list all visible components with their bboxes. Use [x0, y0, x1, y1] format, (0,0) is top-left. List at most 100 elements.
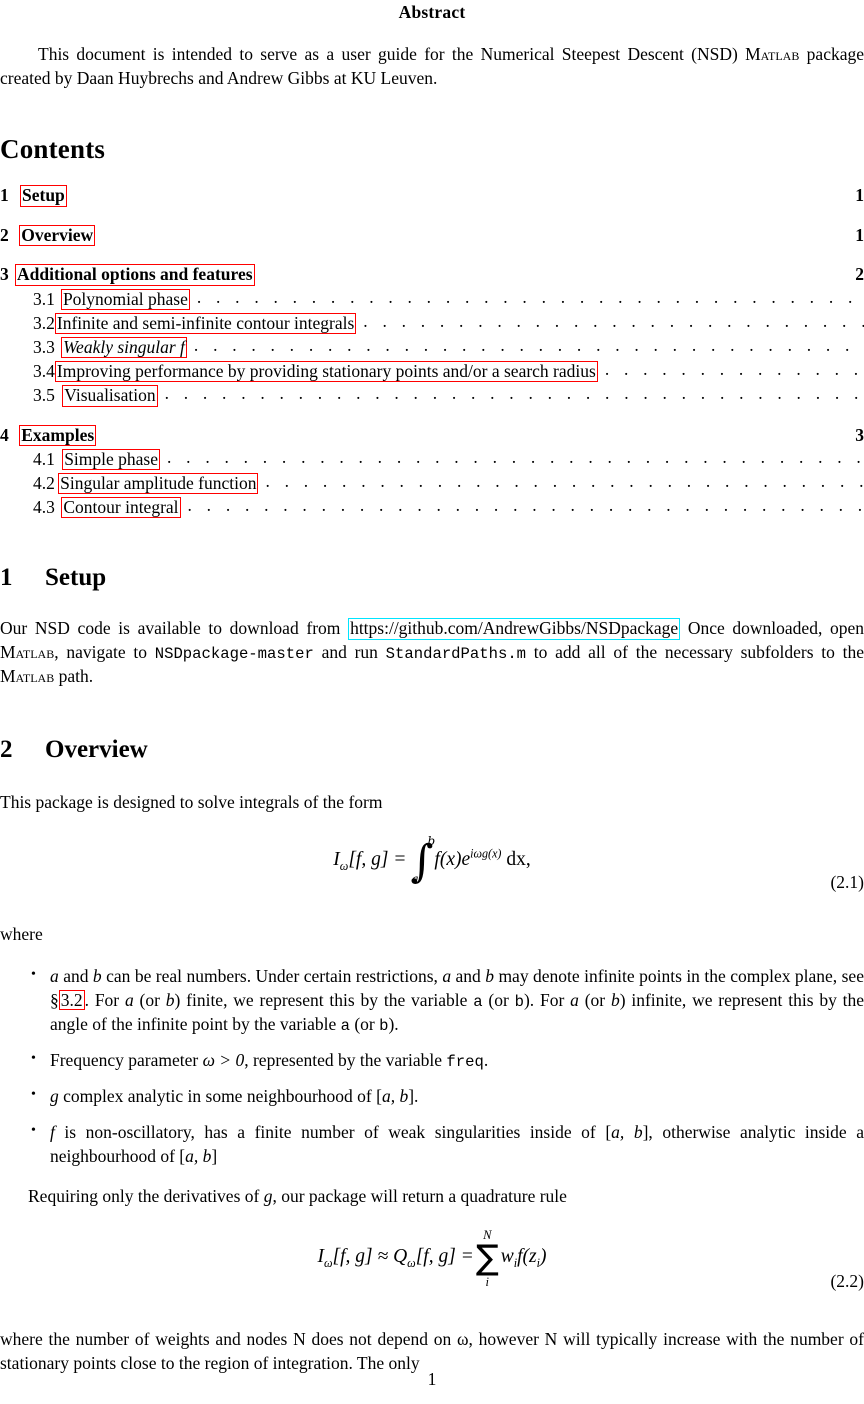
code-var-a: a	[473, 992, 483, 1011]
toc-leader-dots: . . . . . . . . . . . . . . . . . . . . …	[265, 470, 864, 491]
eq-exponent: iωg(x)	[470, 846, 502, 861]
toc-entry-2[interactable]: 2 Overview . . . . . . . . . . . . . . .…	[0, 224, 864, 247]
sum-lower-limit: i	[485, 1274, 490, 1289]
list-item-f-nonoscillatory: f is non-oscillatory, has a finite numbe…	[0, 1121, 864, 1169]
toc-link-box[interactable]: Infinite and semi-infinite contour integ…	[54, 312, 357, 335]
toc-link-box[interactable]: Singular amplitude function	[58, 472, 259, 495]
list-item-endpoints: a and b can be real numbers. Under certa…	[0, 965, 864, 1037]
toc-leader-dots: . . . . . . . . . . . . . . . . . . . . …	[363, 310, 864, 331]
page-content: Abstract This document is intended to se…	[0, 0, 864, 1376]
table-of-contents: 1 Setup . . . . . . . . . . . . . . . . …	[0, 185, 864, 519]
toc-entry-1[interactable]: 1 Setup . . . . . . . . . . . . . . . . …	[0, 185, 864, 207]
section-title: Overview	[45, 736, 148, 764]
overview-intro: This package is designed to solve integr…	[0, 792, 383, 813]
equation-number: (2.1)	[830, 871, 864, 892]
code-var-b: b	[514, 992, 524, 1011]
toc-link-box[interactable]: Polynomial phase	[60, 288, 190, 311]
quadrature-intro: Requiring only the derivatives of g, our…	[28, 1185, 567, 1206]
setup-text-6: path.	[54, 666, 94, 687]
toc-link-box[interactable]: Improving performance by providing stati…	[54, 360, 598, 383]
sum-upper-limit: N	[483, 1228, 492, 1243]
eq-lhs-args: [f, g] =	[348, 849, 407, 871]
code-standardpaths-m: StandardPaths.m	[385, 645, 527, 664]
math-g: g	[50, 1086, 59, 1107]
toc-page-number: 1	[855, 185, 864, 206]
toc-leader-dots: . . . . . . . . . . . . . . . . . . . . …	[196, 286, 864, 307]
toc-number: 3	[0, 264, 9, 285]
equation-body: Iω[f, g] ≈ Qω[f, g] =∑ Ni wif(zi)	[317, 1228, 547, 1289]
toc-number: 3.4	[33, 360, 55, 381]
summation-sign: ∑ Ni	[475, 1228, 499, 1289]
matlab-wordmark: Matlab	[0, 642, 55, 663]
toc-entry-3-3[interactable]: 3.3 Weakly singular f . . . . . . . . . …	[0, 334, 864, 359]
toc-number: 4	[0, 424, 9, 445]
integral-lower-limit: a	[411, 871, 419, 886]
toc-entry-4-1[interactable]: 4.1 Simple phase . . . . . . . . . . . .…	[0, 446, 864, 471]
code-nsdpackage-master: NSDpackage-master	[154, 645, 314, 664]
list-item-frequency: Frequency parameter ω > 0, represented b…	[0, 1049, 864, 1073]
toc-entry-4-2[interactable]: 4.2 Singular amplitude function . . . . …	[0, 470, 864, 495]
toc-link-box[interactable]: Examples	[19, 424, 97, 447]
setup-text-4: and run	[313, 642, 386, 663]
toc-entry-3-2[interactable]: 3.2 Infinite and semi-infinite contour i…	[0, 310, 864, 335]
abstract-paragraph: This document is intended to serve as a …	[0, 43, 864, 90]
toc-number: 2	[0, 224, 9, 245]
section-heading-overview: 2 Overview	[0, 736, 864, 764]
toc-number: 3.3	[33, 336, 55, 357]
toc-leader-dots: . . . . . . . . . . . . . . . . . . . . …	[167, 446, 864, 467]
setup-text-5: to add all of the necessary subfolders t…	[526, 642, 864, 663]
math-a: a	[50, 965, 59, 986]
toc-number: 3.1	[33, 288, 55, 309]
where-label: where	[0, 923, 43, 944]
toc-entry-3-1[interactable]: 3.1 Polynomial phase . . . . . . . . . .…	[0, 286, 864, 311]
toc-link-box[interactable]: Visualisation	[62, 384, 158, 407]
toc-leader-dots: . . . . . . . . . . . . . . . . . . . . …	[193, 334, 864, 355]
section-heading-setup: 1 Setup	[0, 564, 864, 592]
integral-upper-limit: b	[427, 834, 436, 849]
matlab-wordmark: Matlab	[745, 44, 800, 64]
toc-leader-dots: . . . . . . . . . . . . . . . . . . . . …	[187, 494, 864, 515]
toc-entry-4[interactable]: 4 Examples . . . . . . . . . . . . . . .…	[0, 424, 864, 447]
document-page: Abstract This document is intended to se…	[0, 0, 864, 1404]
toc-number: 4.2	[33, 472, 55, 493]
toc-entry-3-4[interactable]: 3.4 Improving performance by providing s…	[0, 358, 864, 383]
setup-text-3: , navigate to	[54, 642, 155, 663]
eq-differential: dx,	[501, 849, 531, 871]
toc-entry-3[interactable]: 3 Additional options and features . . . …	[0, 264, 864, 287]
section-ref-link[interactable]: 3.2	[58, 989, 85, 1010]
math-omega-gt-zero: ω > 0	[202, 1049, 245, 1070]
equation-number: (2.2)	[830, 1271, 864, 1292]
toc-link-box[interactable]: Contour integral	[61, 496, 181, 519]
section-number: 2	[0, 736, 13, 764]
list-item-g-analytic: g complex analytic in some neighbourhood…	[0, 1085, 864, 1109]
toc-leader-dots: . . . . . . . . . . . . . . . . . . . . …	[164, 382, 864, 403]
page-number: 1	[427, 1369, 437, 1389]
code-var-a: a	[340, 1016, 350, 1035]
contents-heading: Contents	[0, 134, 106, 165]
setup-paragraph: Our NSD code is available to download fr…	[0, 617, 864, 689]
toc-page-number: 3	[855, 424, 864, 445]
section-title: Setup	[45, 564, 107, 592]
github-url-link[interactable]: https://github.com/AndrewGibbs/NSDpackag…	[348, 618, 681, 640]
equation-2-1: Iω[f, g] =∫ b a f(x)eiωg(x) dx, (2.1)	[0, 835, 864, 895]
toc-entry-3-5[interactable]: 3.5 Visualisation . . . . . . . . . . . …	[0, 382, 864, 407]
abstract-heading: Abstract	[398, 2, 466, 22]
toc-link-box[interactable]: Setup	[20, 185, 67, 207]
matlab-wordmark: Matlab	[0, 666, 55, 687]
toc-link-box[interactable]: Overview	[19, 224, 96, 247]
toc-entry-4-3[interactable]: 4.3 Contour integral . . . . . . . . . .…	[0, 494, 864, 519]
toc-link-box[interactable]: Weakly singular f	[61, 336, 187, 359]
toc-leader-dots: . . . . . . . . . . . . . . . . . . . . …	[604, 358, 864, 379]
setup-text-2: Once downloaded, open	[687, 618, 864, 639]
toc-number: 4.1	[33, 448, 55, 469]
toc-link-box[interactable]: Simple phase	[62, 448, 161, 471]
toc-number: 1	[0, 185, 9, 206]
code-freq: freq	[446, 1052, 484, 1071]
toc-number: 3.2	[33, 312, 55, 333]
section-number: 1	[0, 564, 13, 592]
eq-integrand: f(x)e	[434, 849, 471, 871]
toc-page-number: 1	[855, 224, 864, 245]
math-b: b	[92, 965, 102, 986]
equation-body: Iω[f, g] =∫ b a f(x)eiωg(x) dx,	[333, 835, 531, 885]
toc-link-box[interactable]: Additional options and features	[15, 264, 255, 287]
